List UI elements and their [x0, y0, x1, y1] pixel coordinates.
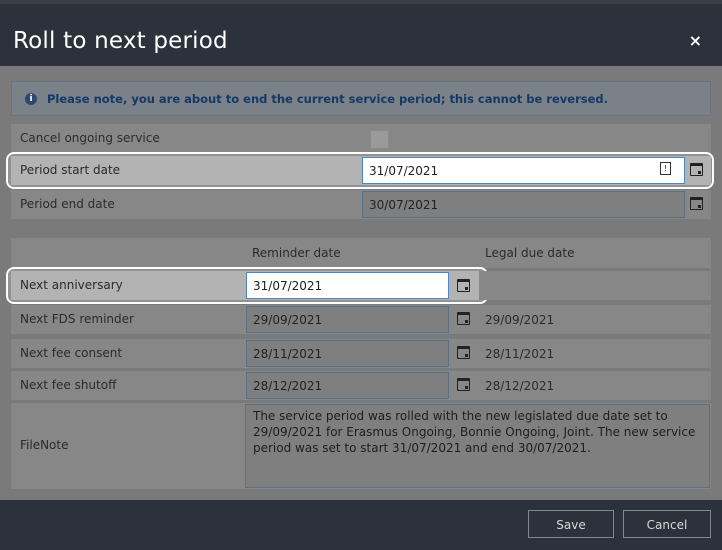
- legal-due-date-header: Legal due date: [485, 246, 575, 260]
- row-period-end: Period end date 30/07/2021: [11, 190, 711, 219]
- row-next-anniversary: Next anniversary 31/07/2021: [11, 271, 711, 300]
- row-next-fee-consent: Next fee consent 28/11/2021 28/11/2021: [11, 339, 711, 368]
- calendar-icon[interactable]: [690, 163, 703, 176]
- clear-date-icon[interactable]: !: [660, 162, 671, 175]
- next-fee-shutoff-label: Next fee shutoff: [20, 378, 117, 392]
- cancel-ongoing-checkbox[interactable]: [370, 130, 389, 149]
- cancel-ongoing-label: Cancel ongoing service: [20, 131, 160, 145]
- title-bar: Roll to next period ×: [0, 4, 722, 66]
- row-cancel-ongoing: Cancel ongoing service: [11, 124, 711, 153]
- next-fee-consent-reminder-input[interactable]: 28/11/2021: [246, 340, 449, 367]
- calendar-icon[interactable]: [457, 312, 470, 325]
- dialog-title: Roll to next period: [13, 28, 228, 54]
- next-fee-shutoff-legal-value: 28/12/2021: [485, 379, 555, 393]
- calendar-icon[interactable]: [457, 378, 470, 391]
- dialog-footer: Save Cancel: [0, 500, 722, 550]
- period-end-input[interactable]: 30/07/2021: [362, 191, 685, 218]
- next-fds-label: Next FDS reminder: [20, 312, 134, 326]
- close-icon[interactable]: ×: [689, 31, 702, 50]
- filenote-textarea[interactable]: The service period was rolled with the n…: [245, 404, 710, 488]
- table-header: Reminder date Legal due date: [11, 238, 711, 268]
- notice-text: Please note, you are about to end the cu…: [47, 92, 608, 106]
- next-fee-shutoff-reminder-input[interactable]: 28/12/2021: [246, 372, 449, 399]
- reminder-date-header: Reminder date: [252, 246, 341, 260]
- next-fee-consent-label: Next fee consent: [20, 346, 123, 360]
- calendar-icon[interactable]: [690, 197, 703, 210]
- cancel-button[interactable]: Cancel: [623, 510, 711, 538]
- next-anniversary-reminder-input[interactable]: 31/07/2021: [246, 272, 449, 299]
- next-fds-reminder-input[interactable]: 29/09/2021: [246, 306, 449, 333]
- row-next-fds: Next FDS reminder 29/09/2021 29/09/2021: [11, 305, 711, 334]
- calendar-icon[interactable]: [457, 346, 470, 359]
- next-fds-legal-value: 29/09/2021: [485, 313, 555, 327]
- period-start-input[interactable]: 31/07/2021: [362, 157, 685, 184]
- period-end-label: Period end date: [20, 197, 115, 211]
- info-icon: i: [25, 93, 37, 105]
- row-next-fee-shutoff: Next fee shutoff 28/12/2021 28/12/2021: [11, 371, 711, 400]
- calendar-icon[interactable]: [457, 279, 470, 292]
- row-period-start: Period start date 31/07/2021: [11, 156, 711, 185]
- warning-notice: i Please note, you are about to end the …: [11, 81, 711, 116]
- period-start-label: Period start date: [20, 163, 121, 177]
- filenote-label: FileNote: [20, 438, 69, 452]
- roll-period-dialog: Roll to next period × i Please note, you…: [0, 0, 722, 550]
- next-fee-consent-legal-value: 28/11/2021: [485, 347, 555, 361]
- save-button[interactable]: Save: [528, 510, 614, 538]
- next-anniversary-label: Next anniversary: [20, 278, 123, 292]
